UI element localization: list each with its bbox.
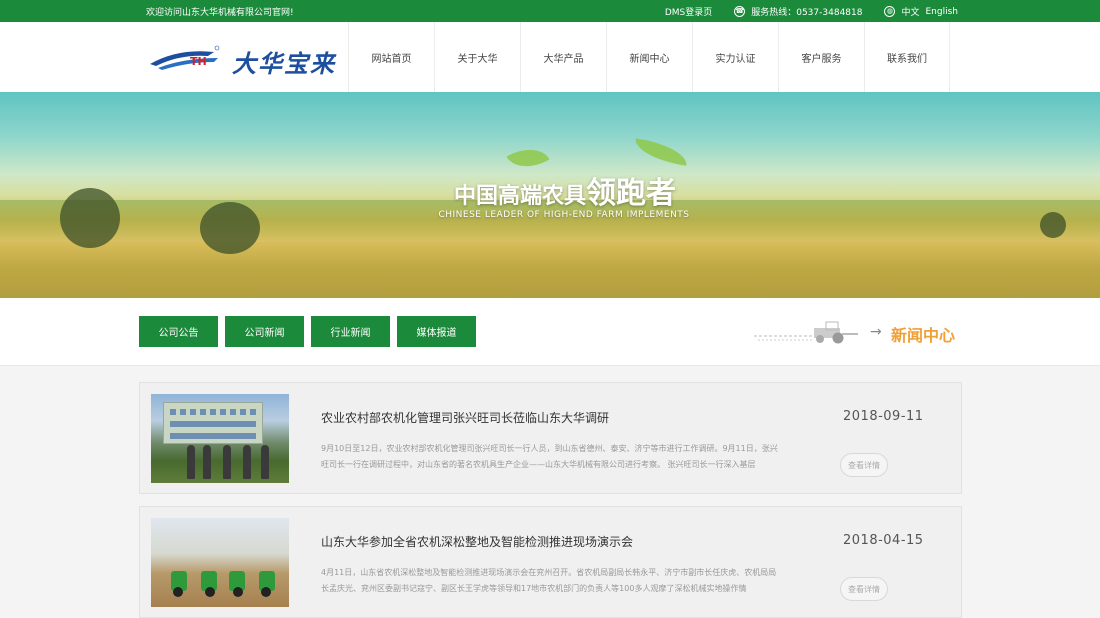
svg-text:TH: TH (190, 55, 207, 68)
dms-login-link[interactable]: DMS登录页 (665, 5, 712, 18)
nav-item-service[interactable]: 客户服务 (778, 22, 864, 92)
person-figure (261, 445, 269, 479)
wheel-figure (233, 587, 243, 597)
tractor-icon (754, 321, 858, 344)
view-details-button[interactable]: 查看详情 (840, 453, 888, 477)
news-date: 2018-09-11 (843, 409, 924, 424)
lang-cn-link[interactable]: 中文 (901, 5, 919, 18)
tab-media-reports[interactable]: 媒体报道 (397, 316, 476, 347)
banner-field-foreground (0, 242, 1100, 298)
leaf-icon (632, 138, 690, 166)
banner-title-big: 领跑者 (586, 176, 676, 211)
logo-mark-icon: TH (150, 45, 220, 70)
person-figure (187, 445, 195, 479)
banner-title-small: 中国高端农具 (453, 184, 586, 209)
tab-company-notice[interactable]: 公司公告 (139, 316, 218, 347)
wheel-figure (261, 587, 271, 597)
main-nav: 网站首页 关于大华 大华产品 新闻中心 实力认证 客户服务 联系我们 (348, 22, 950, 92)
building-graphic (163, 402, 263, 444)
news-item[interactable]: 山东大华参加全省农机深松整地及智能检测推进现场演示会 4月11日，山东省农机深松… (139, 506, 962, 618)
nav-item-products[interactable]: 大华产品 (520, 22, 606, 92)
phone-icon: ☎ (734, 6, 746, 17)
globe-icon: ◍ (884, 6, 896, 17)
wheel-figure (173, 587, 183, 597)
news-title[interactable]: 农业农村部农机化管理司张兴旺司长莅临山东大华调研 (321, 409, 609, 426)
nav-item-news[interactable]: 新闻中心 (606, 22, 692, 92)
wheel-figure (205, 587, 215, 597)
top-bar: 欢迎访问山东大华机械有限公司官网! DMS登录页 ☎ 服务热线：0537-348… (0, 0, 1100, 22)
hero-banner: 中国高端农具领跑者 CHINESE LEADER OF HIGH-END FAR… (0, 92, 1100, 298)
news-summary: 9月10日至12日，农业农村部农机化管理司张兴旺司长一行人员，到山东省德州、泰安… (321, 444, 778, 469)
view-details-button[interactable]: 查看详情 (840, 577, 888, 601)
site-header: TH 大华宝来 网站首页 关于大华 大华产品 新闻中心 实力认证 客户服务 联系… (0, 22, 1100, 92)
site-logo[interactable]: TH 大华宝来 (148, 40, 338, 78)
nav-item-contact[interactable]: 联系我们 (864, 22, 950, 92)
arrow-right-icon: → (870, 324, 882, 340)
news-thumbnail[interactable] (151, 394, 289, 483)
news-summary: 4月11日，山东省农机深松整地及智能检测推进现场演示会在兖州召开。省农机局副局长… (321, 568, 777, 593)
banner-subtitle: CHINESE LEADER OF HIGH-END FARM IMPLEMEN… (438, 210, 690, 220)
nav-item-about[interactable]: 关于大华 (434, 22, 520, 92)
topbar-right: DMS登录页 ☎ 服务热线：0537-3484818 ◍ 中文 English (665, 5, 958, 18)
news-date: 2018-04-15 (843, 533, 924, 548)
news-thumbnail[interactable] (151, 518, 289, 607)
section-heading: → 新闻中心 (754, 318, 964, 348)
nav-item-certification[interactable]: 实力认证 (692, 22, 778, 92)
person-figure (243, 445, 251, 479)
section-title: 新闻中心 (891, 326, 956, 345)
category-bar: 公司公告 公司新闻 行业新闻 媒体报道 → 新闻中心 (0, 298, 1100, 366)
welcome-text: 欢迎访问山东大华机械有限公司官网! (146, 8, 294, 18)
logo-text: 大华宝来 (232, 49, 336, 78)
news-title[interactable]: 山东大华参加全省农机深松整地及智能检测推进现场演示会 (321, 533, 633, 550)
category-tabs: 公司公告 公司新闻 行业新闻 媒体报道 (139, 316, 476, 347)
lang-en-link[interactable]: English (926, 7, 959, 17)
tab-company-news[interactable]: 公司新闻 (225, 316, 304, 347)
nav-item-home[interactable]: 网站首页 (348, 22, 434, 92)
person-figure (203, 445, 211, 479)
banner-title: 中国高端农具领跑者 (0, 168, 1100, 212)
person-figure (223, 445, 231, 479)
tab-industry-news[interactable]: 行业新闻 (311, 316, 390, 347)
hotline-text: 服务热线：0537-3484818 (751, 8, 863, 18)
news-item[interactable]: 农业农村部农机化管理司张兴旺司长莅临山东大华调研 9月10日至12日，农业农村部… (139, 382, 962, 494)
